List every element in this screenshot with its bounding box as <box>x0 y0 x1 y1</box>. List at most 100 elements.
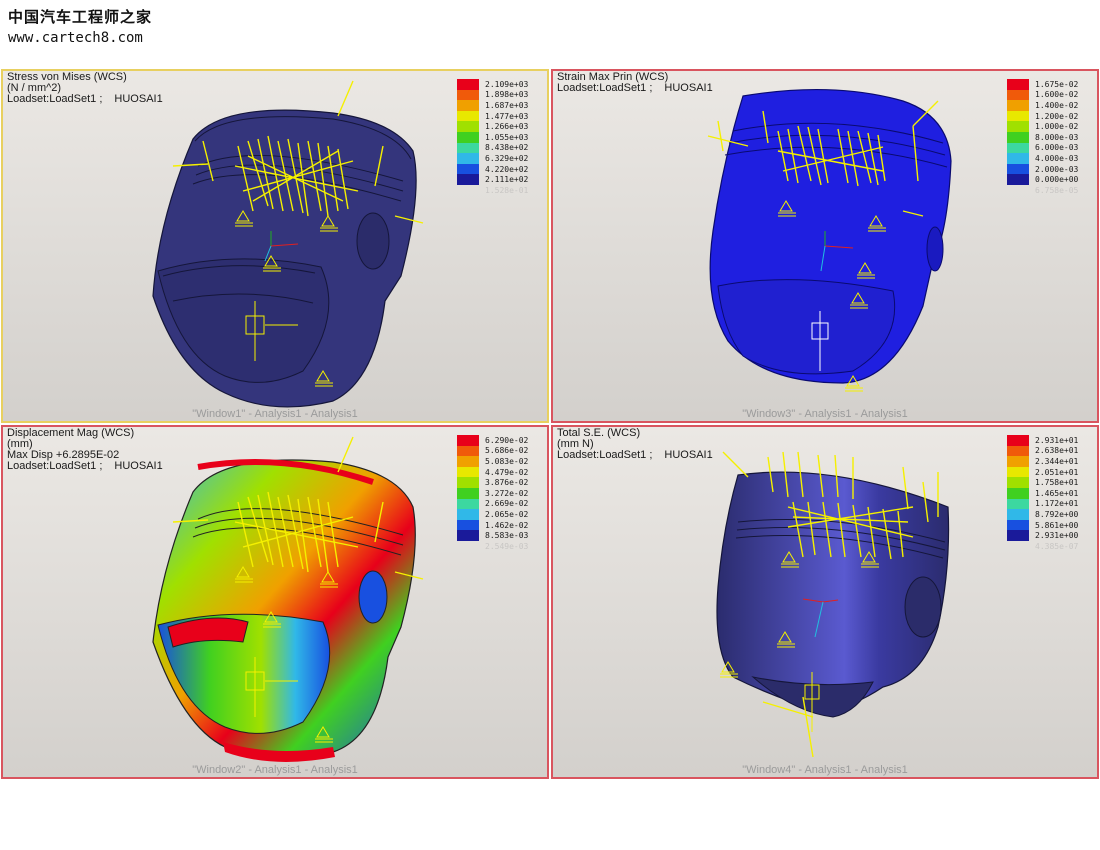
legend-value: 2.549e-03 <box>485 541 529 551</box>
legend-value: 1.055e+03 <box>485 132 529 142</box>
watermark: 中国汽车工程师之家 www.cartech8.com <box>8 6 152 46</box>
legend-swatch <box>1007 466 1029 478</box>
legend-value: 4.220e+02 <box>485 164 529 174</box>
legend-value: 2.931e+01 <box>1035 435 1079 445</box>
color-legend: 2.931e+01 2.638e+01 2.344e+01 2.051e+01 1.75… <box>1007 435 1091 552</box>
legend-value: 1.400e-02 <box>1035 100 1079 110</box>
result-info: Displacement Mag (WCS) (mm) Max Disp +6.… <box>7 428 175 472</box>
loadset-label: Loadset:LoadSet1 ; <box>557 449 653 461</box>
legend-swatch <box>1007 121 1029 132</box>
legend-value: 1.172e+01 <box>1035 499 1079 509</box>
legend-swatch <box>457 530 479 541</box>
legend-entry: 1.600e-02 <box>1007 89 1091 101</box>
legend-entry: 2.931e+01 <box>1007 435 1091 446</box>
legend-swatch <box>457 435 479 446</box>
result-info: Stress von Mises (WCS) (N / mm^2) Loadse… <box>7 72 175 105</box>
legend-swatch <box>457 509 479 520</box>
load-name: HUOSAI1 <box>664 82 713 94</box>
legend-entry: 2.051e+01 <box>1007 466 1091 478</box>
legend-value: 3.272e-02 <box>485 488 529 498</box>
legend-swatch <box>1007 519 1029 531</box>
legend-entry: 2.931e+00 <box>1007 530 1091 541</box>
legend-swatch <box>1007 110 1029 122</box>
legend-swatch <box>457 541 479 552</box>
window-caption: "Window1" - Analysis1 - Analysis1 <box>192 408 358 420</box>
legend-value: 1.675e-02 <box>1035 79 1079 89</box>
legend-swatch <box>1007 142 1029 154</box>
legend-entry: 5.686e-02 <box>457 445 541 457</box>
legend-swatch <box>457 487 479 499</box>
legend-entry: 4.479e-02 <box>457 466 541 478</box>
legend-swatch <box>457 163 479 175</box>
legend-swatch <box>457 142 479 154</box>
legend-entry: 6.329e+02 <box>457 153 541 164</box>
legend-value: 2.638e+01 <box>1035 446 1079 456</box>
legend-entry: 1.898e+03 <box>457 89 541 101</box>
legend-value: 4.479e-02 <box>485 467 529 477</box>
viewport-window2[interactable]: Displacement Mag (WCS) (mm) Max Disp +6.… <box>1 425 549 779</box>
legend-value: 2.344e+01 <box>1035 456 1079 466</box>
legend-entry: 1.528e-01 <box>457 185 541 196</box>
legend-entry: 5.861e+00 <box>1007 519 1091 531</box>
loadset-line: Loadset:LoadSet1 ; HUOSAI1 <box>557 83 725 94</box>
legend-value: 2.000e-03 <box>1035 164 1079 174</box>
viewport-window1[interactable]: Stress von Mises (WCS) (N / mm^2) Loadse… <box>1 69 549 423</box>
legend-swatch <box>457 456 479 467</box>
legend-entry: 1.675e-02 <box>1007 79 1091 90</box>
legend-entry: 6.290e-02 <box>457 435 541 446</box>
legend-swatch <box>1007 477 1029 488</box>
legend-entry: 1.400e-02 <box>1007 100 1091 111</box>
legend-value: 2.111e+02 <box>485 175 529 185</box>
color-legend: 2.109e+03 1.898e+03 1.687e+03 1.477e+03 1.26… <box>457 79 541 196</box>
legend-swatch <box>1007 541 1029 552</box>
legend-entry: 2.065e-02 <box>457 509 541 520</box>
legend-swatch <box>1007 89 1029 101</box>
legend-value: 6.000e-03 <box>1035 143 1079 153</box>
legend-swatch <box>1007 487 1029 499</box>
window-caption: "Window3" - Analysis1 - Analysis1 <box>742 408 908 420</box>
legend-entry: 0.000e+00 <box>1007 174 1091 185</box>
legend-swatch <box>1007 530 1029 541</box>
legend-value: 1.462e-02 <box>485 520 529 530</box>
legend-entry: 2.669e-02 <box>457 498 541 510</box>
legend-entry: 2.344e+01 <box>1007 456 1091 467</box>
loadset-line: Loadset:LoadSet1 ; HUOSAI1 <box>7 94 175 105</box>
legend-swatch <box>1007 131 1029 143</box>
legend-entry: 1.465e+01 <box>1007 487 1091 499</box>
legend-swatch <box>457 477 479 488</box>
viewport-window4[interactable]: Total S.E. (WCS) (mm N) Loadset:LoadSet1… <box>551 425 1099 779</box>
legend-swatch <box>1007 79 1029 90</box>
legend-entry: 1.477e+03 <box>457 110 541 122</box>
legend-swatch <box>1007 509 1029 520</box>
legend-value: 1.465e+01 <box>1035 488 1079 498</box>
load-name: HUOSAI1 <box>664 449 713 461</box>
legend-value: 1.000e-02 <box>1035 122 1079 132</box>
legend-value: 0.000e+00 <box>1035 175 1079 185</box>
legend-entry: 1.758e+01 <box>1007 477 1091 488</box>
legend-value: 1.600e-02 <box>1035 90 1079 100</box>
legend-swatch <box>457 100 479 111</box>
legend-entry: 2.109e+03 <box>457 79 541 90</box>
legend-value: 4.000e-03 <box>1035 153 1079 163</box>
skirt-opening <box>157 258 330 383</box>
legend-value: 4.385e-07 <box>1035 541 1079 551</box>
legend-value: 8.000e-03 <box>1035 132 1079 142</box>
legend-swatch <box>457 131 479 143</box>
viewport-window3[interactable]: Strain Max Prin (WCS) Loadset:LoadSet1 ;… <box>551 69 1099 423</box>
legend-entry: 3.272e-02 <box>457 487 541 499</box>
legend-value: 1.898e+03 <box>485 90 529 100</box>
legend-entry: 8.583e-03 <box>457 530 541 541</box>
legend-value: 5.686e-02 <box>485 446 529 456</box>
loadset-label: Loadset:LoadSet1 ; <box>7 460 103 472</box>
legend-value: 2.931e+00 <box>1035 531 1079 541</box>
legend-value: 1.477e+03 <box>485 111 529 121</box>
legend-swatch <box>457 445 479 457</box>
legend-swatch <box>457 153 479 164</box>
result-info: Total S.E. (WCS) (mm N) Loadset:LoadSet1… <box>557 428 725 461</box>
legend-entry: 1.172e+01 <box>1007 498 1091 510</box>
watermark-site-name: 中国汽车工程师之家 <box>8 8 153 26</box>
legend-value: 2.109e+03 <box>485 79 529 89</box>
legend-entry: 1.055e+03 <box>457 131 541 143</box>
legend-swatch <box>457 79 479 90</box>
legend-value: 2.065e-02 <box>485 509 529 519</box>
